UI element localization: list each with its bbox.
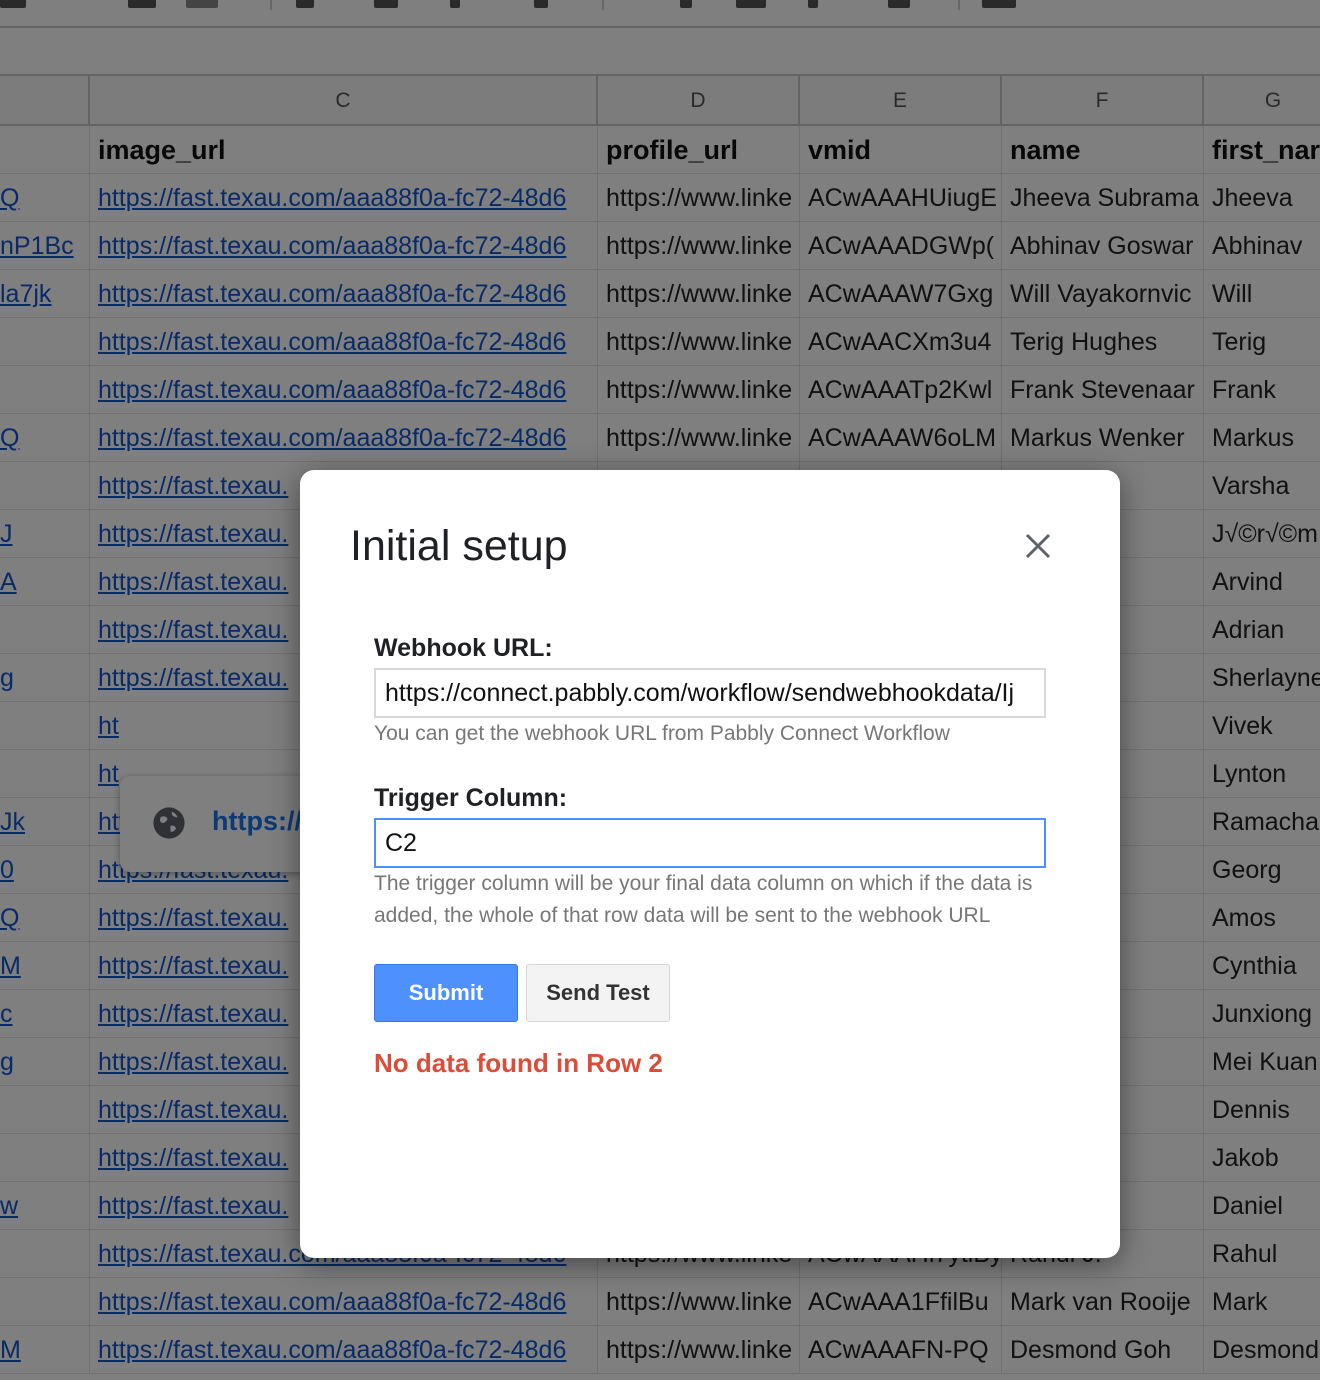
submit-button[interactable]: Submit [374, 964, 518, 1022]
webhook-url-help: You can get the webhook URL from Pabbly … [374, 722, 950, 745]
webhook-url-label: Webhook URL: [374, 634, 553, 662]
dialog-title: Initial setup [350, 522, 568, 570]
trigger-column-label: Trigger Column: [374, 784, 568, 812]
close-icon[interactable] [1018, 526, 1058, 566]
error-message: No data found in Row 2 [374, 1048, 663, 1078]
send-test-button[interactable]: Send Test [526, 964, 670, 1022]
trigger-column-help: The trigger column will be your final da… [374, 872, 1033, 927]
webhook-url-input[interactable] [374, 668, 1046, 718]
initial-setup-dialog: Initial setup Webhook URL: You can get t… [300, 470, 1120, 1258]
trigger-column-input[interactable] [374, 818, 1046, 868]
